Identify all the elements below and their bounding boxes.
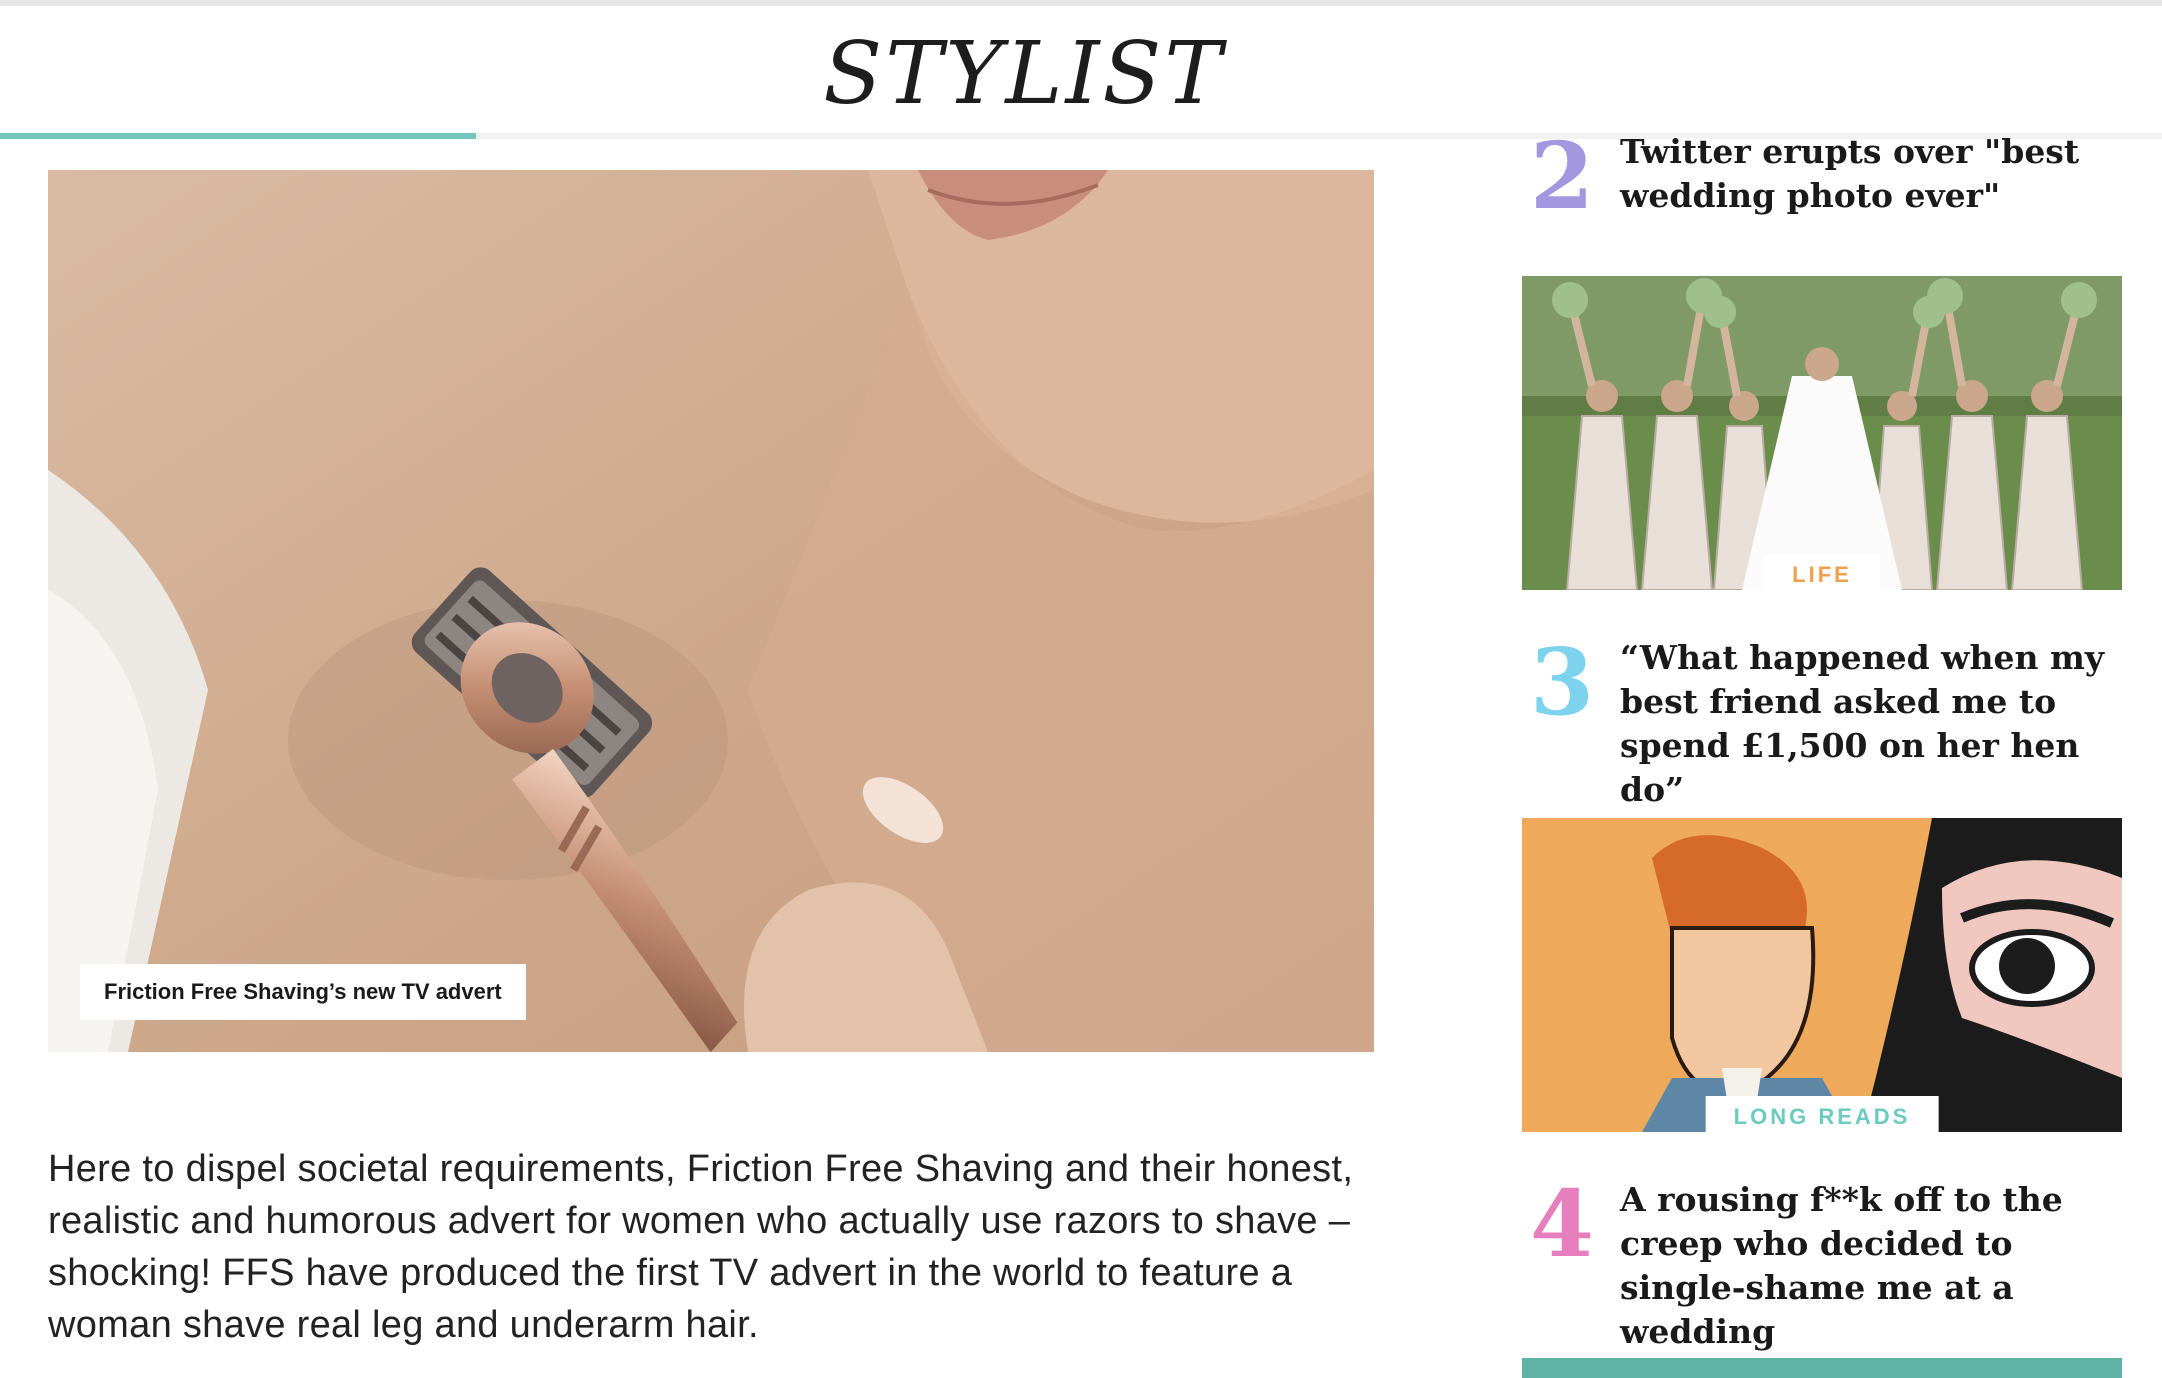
rank-number: 4	[1530, 1170, 1595, 1278]
category-tag-long-reads[interactable]: LONG READS	[1705, 1096, 1939, 1132]
hero-caption: Friction Free Shaving’s new TV advert	[80, 964, 526, 1020]
comic-art-thumbnail[interactable]: LONG READS	[1522, 818, 2122, 1132]
popular-item-title[interactable]: A rousing f**k off to the creep who deci…	[1620, 1178, 2120, 1354]
wedding-photo	[1522, 276, 2122, 590]
rank-number: 3	[1530, 628, 1595, 736]
site-header: STYLIST	[0, 6, 2162, 134]
wedding-photo-thumbnail[interactable]: LIFE	[1522, 276, 2122, 590]
reading-progress-fill	[0, 133, 476, 139]
rank-number: 2	[1530, 122, 1595, 230]
stylist-logo[interactable]: STYLIST	[0, 24, 2048, 124]
next-thumbnail-edge	[1522, 1358, 2122, 1378]
pop-art-illustration	[1522, 818, 2122, 1132]
razor-advert-illustration	[48, 170, 1374, 1052]
hero-image: Friction Free Shaving’s new TV advert	[48, 170, 1374, 1052]
popular-item-title[interactable]: Twitter erupts over "best wedding photo …	[1620, 130, 2120, 218]
popular-item-title[interactable]: “What happened when my best friend asked…	[1620, 636, 2120, 812]
category-tag-life[interactable]: LIFE	[1764, 554, 1880, 590]
article-paragraph: Here to dispel societal requirements, Fr…	[48, 1148, 1354, 1346]
